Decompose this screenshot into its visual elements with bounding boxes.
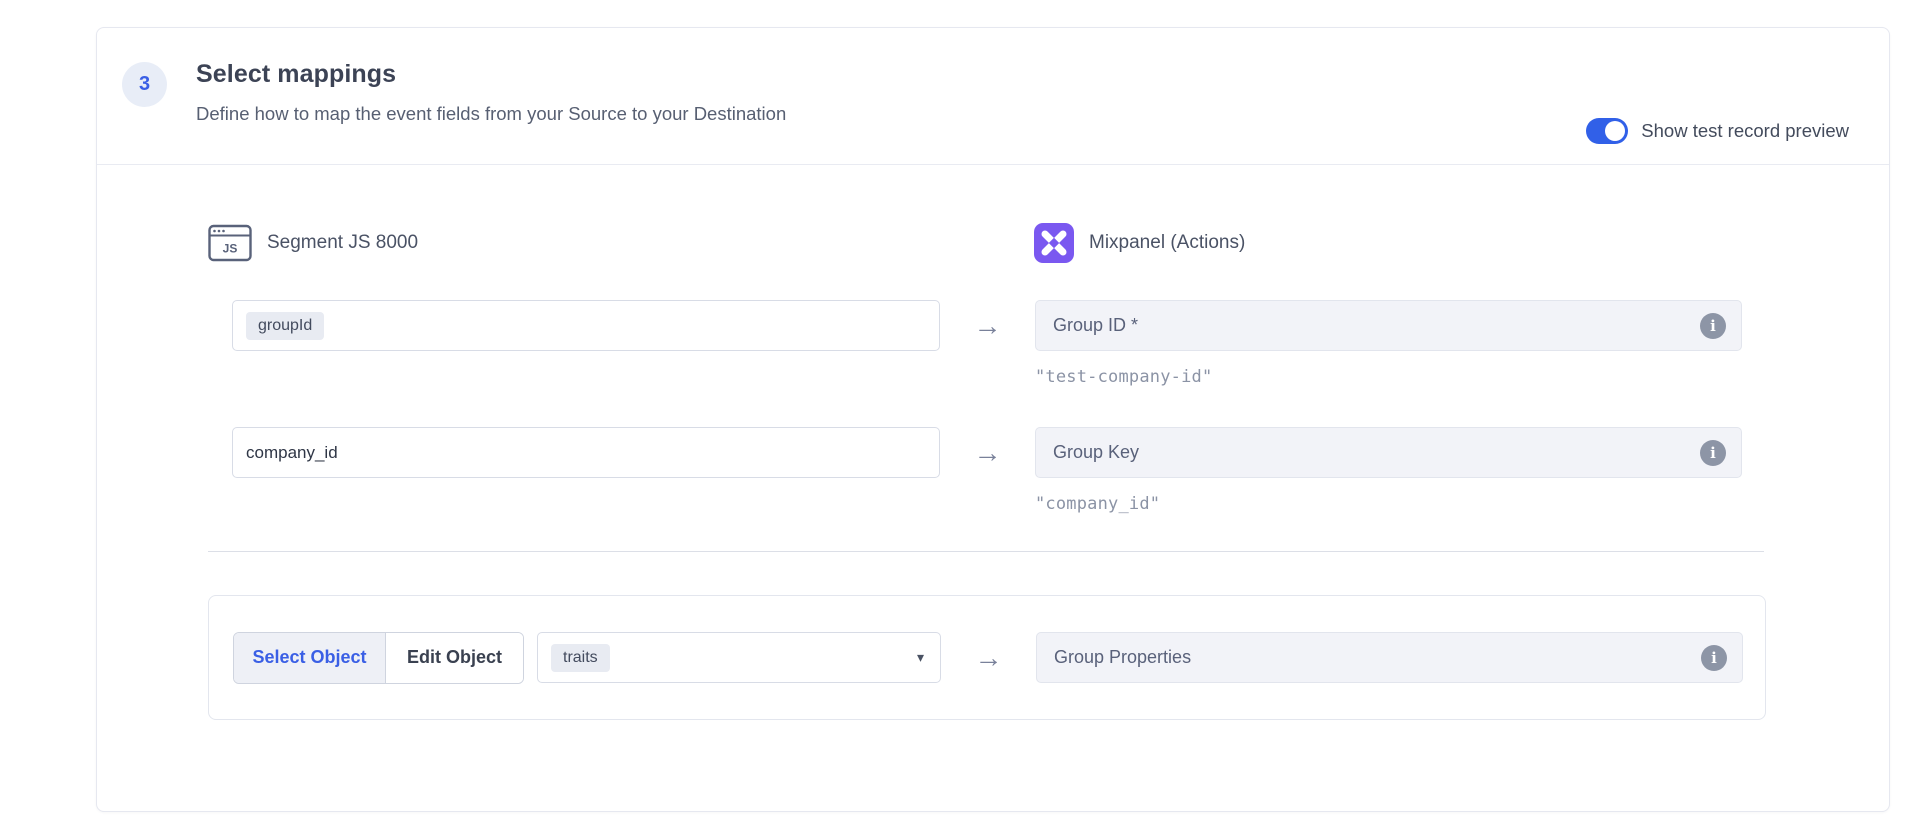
card-header: 3 Select mappings Define how to map the …	[97, 28, 1889, 165]
mapping-row-groupid: groupId → Group ID * i "test-company-id"	[208, 300, 1766, 387]
destination-endpoint: Mixpanel (Actions)	[1034, 223, 1245, 263]
dest-field-label: Group Key	[1053, 442, 1139, 463]
source-field-text: company_id	[246, 443, 338, 463]
test-record-value: "company_id"	[1035, 494, 1742, 514]
show-test-record-preview-toggle[interactable]	[1586, 118, 1628, 144]
object-source-dropdown[interactable]: traits ▾	[537, 632, 941, 683]
mappings-page: 3 Select mappings Define how to map the …	[0, 0, 1906, 836]
source-name: Segment JS 8000	[267, 232, 418, 254]
mixpanel-icon	[1034, 223, 1074, 263]
source-field-input-company-id[interactable]: company_id	[232, 427, 940, 478]
toggle-label: Show test record preview	[1641, 120, 1849, 142]
dest-field-label: Group ID *	[1053, 315, 1138, 336]
right-arrow-icon: →	[974, 439, 1002, 467]
mapping-row-company-id: company_id → Group Key i "company_id"	[208, 427, 1766, 514]
dest-field-group-key[interactable]: Group Key i	[1035, 427, 1742, 478]
card-body: JS Segment JS 8000 Mixpanel (Actions)	[97, 165, 1889, 720]
right-arrow-icon: →	[974, 312, 1002, 340]
test-record-value: "test-company-id"	[1035, 367, 1742, 387]
dest-field-group-properties[interactable]: Group Properties i	[1036, 632, 1743, 683]
chevron-down-icon: ▾	[917, 649, 924, 666]
browser-js-icon: JS	[208, 223, 252, 263]
info-icon[interactable]: i	[1700, 440, 1726, 466]
page-title: Select mappings	[196, 60, 786, 89]
destination-name: Mixpanel (Actions)	[1089, 232, 1245, 254]
section-divider	[208, 551, 1764, 552]
info-icon[interactable]: i	[1701, 645, 1727, 671]
select-mappings-card: 3 Select mappings Define how to map the …	[96, 27, 1890, 812]
source-endpoint: JS Segment JS 8000	[208, 223, 1034, 263]
dest-field-label: Group Properties	[1054, 647, 1191, 668]
dest-field-group-id[interactable]: Group ID * i	[1035, 300, 1742, 351]
select-object-button[interactable]: Select Object	[234, 633, 386, 683]
test-record-preview-toggle-group: Show test record preview	[1586, 118, 1849, 144]
svg-text:JS: JS	[223, 242, 238, 256]
edit-object-button[interactable]: Edit Object	[386, 633, 523, 683]
object-mapping-card: Select Object Edit Object traits ▾ → Gro…	[208, 595, 1766, 720]
source-field-chip[interactable]: groupId	[246, 312, 324, 340]
info-icon[interactable]: i	[1700, 313, 1726, 339]
endpoints-row: JS Segment JS 8000 Mixpanel (Actions)	[208, 223, 1766, 263]
toggle-knob	[1605, 121, 1625, 141]
object-mode-segmented-control: Select Object Edit Object	[233, 632, 524, 684]
step-number-badge: 3	[122, 62, 167, 107]
dropdown-selected-chip: traits	[551, 644, 610, 672]
source-field-input-groupid[interactable]: groupId	[232, 300, 940, 351]
page-subtitle: Define how to map the event fields from …	[196, 103, 786, 125]
right-arrow-icon: →	[975, 644, 1003, 672]
